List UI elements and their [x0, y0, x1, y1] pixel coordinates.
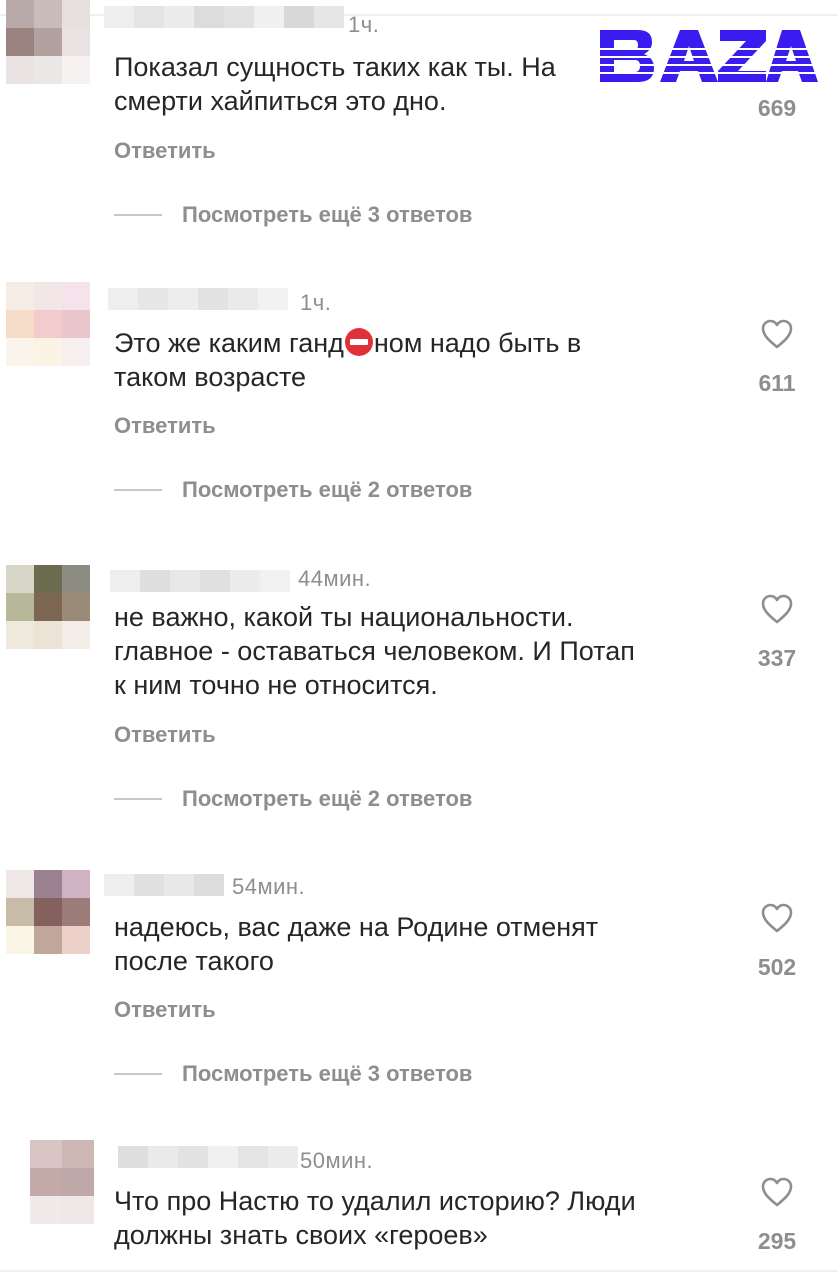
- comment-time: 54мин.: [232, 874, 306, 899]
- comments-screen: 1ч. Показал сущность таких как ты. На см…: [0, 0, 837, 1280]
- replies-dash: [114, 489, 162, 491]
- comment-text-line: надеюсь, вас даже на Родине отменят: [114, 912, 599, 942]
- avatar[interactable]: [30, 1140, 94, 1224]
- comment-text-line: таком возрасте: [114, 362, 307, 392]
- like-count: 502: [757, 954, 797, 980]
- heart-outline-icon[interactable]: [760, 593, 794, 625]
- replies-dash: [114, 798, 162, 800]
- comment-text-line: к ним точно не относится.: [114, 670, 438, 700]
- comment-text-line: не важно, какой ты национальности.: [114, 602, 574, 632]
- username-blurred[interactable]: [104, 874, 224, 896]
- reply-button[interactable]: Ответить: [114, 722, 216, 748]
- like-count: 337: [757, 645, 797, 671]
- view-more-replies[interactable]: Посмотреть ещё 2 ответов: [114, 477, 472, 503]
- view-more-replies[interactable]: Посмотреть ещё 3 ответов: [114, 1061, 472, 1087]
- comment-text-line: Что про Настю то удалил историю? Люди: [114, 1186, 636, 1216]
- comment-text-line: должны знать своих «героев»: [114, 1220, 488, 1250]
- like-count: 295: [757, 1228, 797, 1254]
- reply-button[interactable]: Ответить: [114, 413, 216, 439]
- avatar[interactable]: [6, 870, 90, 954]
- comment-text: Показал сущность таких как ты. На смерти…: [114, 50, 734, 118]
- no-entry-emoji-icon: [344, 328, 373, 356]
- comment-time: 1ч.: [300, 290, 332, 315]
- avatar[interactable]: [6, 0, 90, 84]
- comment-text: надеюсь, вас даже на Родине отменят посл…: [114, 910, 734, 978]
- heart-outline-icon[interactable]: [760, 1176, 794, 1208]
- username-blurred[interactable]: [104, 6, 344, 28]
- view-more-replies-label: Посмотреть ещё 2 ответов: [182, 477, 473, 502]
- bottom-divider: [0, 1270, 837, 1272]
- comment-time: 50мин.: [300, 1148, 374, 1173]
- view-more-replies-label: Посмотреть ещё 3 ответов: [182, 202, 473, 227]
- replies-dash: [114, 1073, 162, 1075]
- comment-text-line: после такого: [114, 946, 274, 976]
- view-more-replies-label: Посмотреть ещё 2 ответов: [182, 786, 473, 811]
- comment-time: 44мин.: [298, 566, 372, 591]
- reply-button[interactable]: Ответить: [114, 997, 216, 1023]
- avatar[interactable]: [6, 565, 90, 649]
- comment-text-part: ном надо быть в: [373, 328, 582, 358]
- heart-outline-icon[interactable]: [760, 318, 794, 350]
- comment-text: Это же каким ганд ном надо быть в таком в…: [114, 326, 734, 394]
- heart-outline-icon[interactable]: [760, 902, 794, 934]
- username-blurred[interactable]: [118, 1146, 298, 1168]
- comment-time: 1ч.: [348, 12, 380, 37]
- replies-dash: [114, 214, 162, 216]
- like-count: 611: [758, 370, 796, 396]
- username-blurred[interactable]: [110, 570, 290, 592]
- comment-text-line: Показал сущность таких как ты. На: [114, 52, 556, 82]
- avatar[interactable]: [6, 282, 90, 366]
- view-more-replies[interactable]: Посмотреть ещё 2 ответов: [114, 786, 472, 812]
- view-more-replies-label: Посмотреть ещё 3 ответов: [182, 1061, 473, 1086]
- like-count: 669: [757, 95, 797, 121]
- reply-button[interactable]: Ответить: [114, 138, 216, 164]
- username-blurred[interactable]: [108, 288, 288, 310]
- comment-text-part: Это же каким ганд: [114, 328, 344, 358]
- comment-text-line: главное - оставаться человеком. И Потап: [114, 636, 635, 666]
- comment-text: не важно, какой ты национальности. главн…: [114, 600, 734, 702]
- comment-text: Что про Настю то удалил историю? Люди до…: [114, 1184, 734, 1252]
- comment-text-line: смерти хайпиться это дно.: [114, 86, 447, 116]
- view-more-replies[interactable]: Посмотреть ещё 3 ответов: [114, 202, 472, 228]
